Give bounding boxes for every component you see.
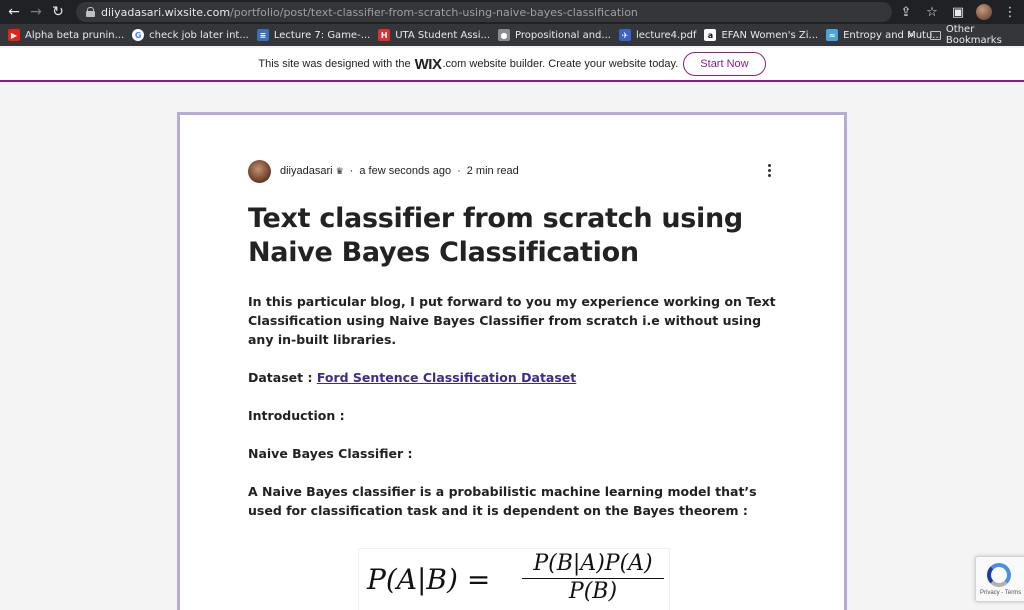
bookmark-item[interactable]: H UTA Student Assi... bbox=[378, 29, 490, 41]
wix-logo: WIX bbox=[414, 55, 442, 73]
crown-icon: ♛ bbox=[335, 165, 344, 176]
post-meta: diiyadasari ♛ · a few seconds ago · 2 mi… bbox=[248, 159, 778, 183]
reload-icon[interactable]: ↻ bbox=[47, 0, 69, 24]
bookmark-label: EFAN Women's Zi... bbox=[721, 29, 819, 41]
bookmarks-overflow-button[interactable]: » bbox=[908, 30, 914, 41]
recaptcha-text[interactable]: Privacy - Terms bbox=[980, 590, 1021, 596]
author-avatar[interactable] bbox=[248, 159, 271, 183]
menu-kebab-icon[interactable]: ⋮ bbox=[1002, 5, 1018, 20]
bookmarks-bar: » Other Bookmarks ▶ Alpha beta prunin... G… bbox=[0, 24, 1024, 46]
back-arrow-icon[interactable]: ← bbox=[3, 0, 25, 24]
post-menu-icon[interactable] bbox=[768, 164, 771, 177]
globe-icon: ● bbox=[498, 29, 511, 41]
bookmark-item[interactable]: Gcheck job later int... bbox=[132, 29, 249, 41]
formula-lhs: P(A|B) = bbox=[367, 563, 491, 596]
post-title: Text classifier from scratch using Naive… bbox=[248, 203, 743, 268]
h-icon: H bbox=[378, 29, 391, 41]
meta-separator: · bbox=[457, 165, 461, 177]
bookmark-label: lecture4.pdf bbox=[635, 29, 697, 41]
bookmark-item[interactable]: ✈ lecture4.pdf bbox=[618, 29, 697, 41]
dataset-label: Dataset : bbox=[248, 370, 317, 385]
a-icon: a bbox=[704, 29, 717, 41]
lecture-icon: ≡ bbox=[256, 29, 269, 41]
dataset-line: Dataset : Ford Sentence Classification D… bbox=[248, 368, 778, 387]
author-name[interactable]: diiyadasari bbox=[280, 165, 333, 177]
formula-fraction: P(B|A)P(A) P(B) bbox=[522, 551, 664, 604]
other-bookmarks-button[interactable]: Other Bookmarks bbox=[930, 24, 1024, 46]
bayes-formula-image: P(A|B) = P(B|A)P(A) P(B) bbox=[358, 548, 670, 610]
read-time: 2 min read bbox=[466, 165, 519, 177]
bookmark-label: Entropy and Mutu... bbox=[843, 29, 942, 41]
share-icon[interactable]: ⇪ bbox=[898, 5, 914, 20]
post-time: a few seconds ago bbox=[359, 165, 452, 177]
bookmark-label: Propositional and... bbox=[515, 29, 611, 41]
banner-text-after: .com website builder. Create your websit… bbox=[442, 58, 679, 70]
reading-list-icon[interactable]: ▣ bbox=[950, 5, 966, 20]
bookmark-label: check job later int... bbox=[149, 29, 249, 41]
youtube-icon: ▶ bbox=[8, 29, 20, 41]
bookmark-item[interactable]: ● Propositional and... bbox=[498, 29, 611, 41]
banner-text-before: This site was designed with the bbox=[258, 58, 411, 70]
url-path: /portfolio/post/text-classifier-from-scr… bbox=[230, 5, 638, 19]
bookmark-item[interactable]: ≈ Entropy and Mutu... bbox=[826, 29, 942, 41]
other-bookmarks-label: Other Bookmarks bbox=[945, 24, 1002, 46]
bookmark-label: UTA Student Assi... bbox=[395, 29, 491, 41]
forward-arrow-icon[interactable]: → bbox=[25, 0, 47, 24]
browser-toolbar: ← → ↻ diiyadasari.wixsite.com/portfolio/… bbox=[0, 0, 1024, 24]
recaptcha-icon bbox=[987, 563, 1011, 587]
stack-icon: ≈ bbox=[826, 29, 839, 41]
dataset-link[interactable]: Ford Sentence Classification Dataset bbox=[317, 370, 576, 385]
url-host: diiyadasari.wixsite.com bbox=[101, 5, 231, 19]
star-icon[interactable]: ☆ bbox=[924, 5, 940, 20]
meta-separator: · bbox=[349, 165, 354, 177]
wix-ad-banner: This site was designed with the WIX .com… bbox=[0, 48, 1024, 82]
formula-denominator: P(B) bbox=[568, 579, 618, 604]
intro-paragraph: In this particular blog, I put forward t… bbox=[248, 294, 776, 347]
address-bar[interactable]: diiyadasari.wixsite.com/portfolio/post/t… bbox=[76, 2, 892, 22]
naive-bayes-paragraph: A Naive Bayes classifier is a probabilis… bbox=[248, 484, 757, 518]
bookmark-label: Alpha beta prunin... bbox=[25, 29, 125, 41]
lock-icon bbox=[86, 7, 95, 17]
blog-post-card: diiyadasari ♛ · a few seconds ago · 2 mi… bbox=[177, 112, 847, 610]
profile-avatar[interactable] bbox=[976, 4, 992, 20]
bookmark-item[interactable]: ▶ Alpha beta prunin... bbox=[8, 29, 124, 41]
recaptcha-badge[interactable]: Privacy - Terms bbox=[975, 556, 1024, 602]
introduction-heading: Introduction : bbox=[248, 408, 345, 423]
bookmark-item[interactable]: a EFAN Women's Zi... bbox=[704, 29, 818, 41]
folder-icon bbox=[930, 30, 941, 40]
naive-bayes-heading: Naive Bayes Classifier : bbox=[248, 446, 413, 461]
bookmark-item[interactable]: ≡ Lecture 7: Game-... bbox=[256, 29, 371, 41]
bird-icon: ✈ bbox=[618, 29, 631, 41]
bookmark-label: Lecture 7: Game-... bbox=[273, 29, 371, 41]
google-icon: G bbox=[132, 29, 145, 41]
formula-numerator: P(B|A)P(A) bbox=[522, 551, 664, 579]
start-now-button[interactable]: Start Now bbox=[683, 52, 766, 76]
